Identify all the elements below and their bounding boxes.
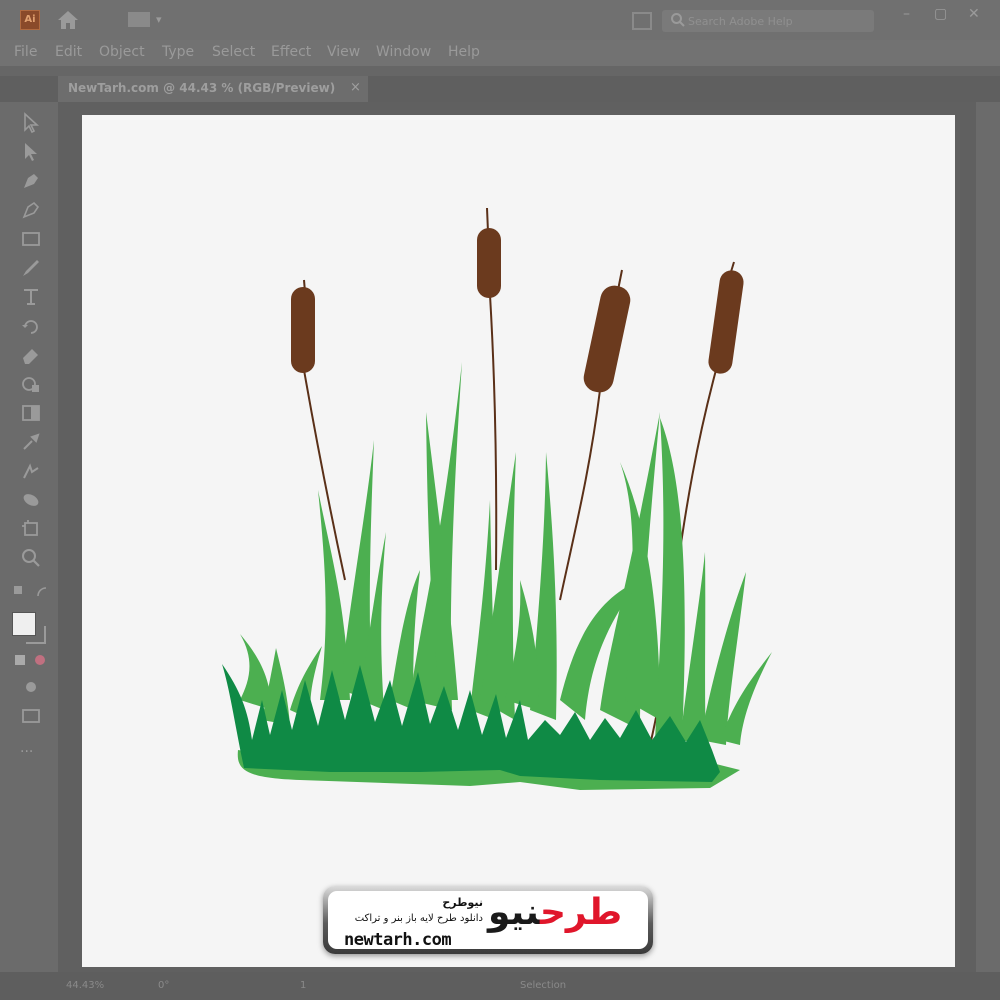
artboard[interactable] xyxy=(82,115,955,967)
rectangle-tool-icon[interactable] xyxy=(20,228,42,250)
maximize-button[interactable]: ▢ xyxy=(934,6,947,22)
right-scrollbar[interactable] xyxy=(976,102,1000,972)
menu-view[interactable]: View xyxy=(327,44,360,60)
pen-tool-icon[interactable] xyxy=(20,170,42,192)
zoom-tool-icon[interactable] xyxy=(20,547,42,569)
paintbrush-tool-icon[interactable] xyxy=(20,257,42,279)
menu-edit[interactable]: Edit xyxy=(55,44,82,60)
menu-window[interactable]: Window xyxy=(376,44,431,60)
menu-help[interactable]: Help xyxy=(448,44,480,60)
eyedropper-tool-icon[interactable] xyxy=(20,431,42,453)
menu-type[interactable]: Type xyxy=(162,44,194,60)
rotation-view[interactable]: 0° xyxy=(158,980,169,991)
illustrator-logo-icon: Ai xyxy=(20,10,40,30)
control-bar xyxy=(0,66,1000,76)
status-bar xyxy=(0,972,1000,1000)
zoom-level[interactable]: 44.43% xyxy=(66,980,104,991)
home-icon[interactable] xyxy=(56,9,80,31)
badge-url: newtarh.com xyxy=(344,930,452,949)
badge-logo: طرحنیو xyxy=(488,892,623,933)
stroke-color-swatch[interactable] xyxy=(26,626,46,644)
close-tab-icon[interactable]: × xyxy=(350,80,361,95)
selection-tool-icon[interactable] xyxy=(20,112,42,134)
default-colors-swap-icon[interactable] xyxy=(12,582,52,600)
watermark-badge-inner: نیوطرح دانلود طرح لایه باز بنر و تراکت n… xyxy=(328,891,648,949)
rotate-tool-icon[interactable] xyxy=(20,315,42,337)
symbol-sprayer-tool-icon[interactable] xyxy=(20,489,42,511)
chevron-down-icon[interactable]: ▾ xyxy=(156,13,162,26)
document-tab-label: NewTarh.com @ 44.43 % (RGB/Preview) xyxy=(68,81,336,95)
curvature-tool-icon[interactable] xyxy=(20,199,42,221)
artboard-tool-icon[interactable] xyxy=(20,518,42,540)
eraser-tool-icon[interactable] xyxy=(20,344,42,366)
draw-mode-icon[interactable] xyxy=(20,676,42,698)
direct-selection-tool-icon[interactable] xyxy=(20,141,42,163)
close-window-button[interactable]: ✕ xyxy=(968,6,980,22)
menu-effect[interactable]: Effect xyxy=(271,44,311,60)
artboard-number[interactable]: 1 xyxy=(300,980,306,991)
menu-select[interactable]: Select xyxy=(212,44,255,60)
minimize-button[interactable]: – xyxy=(903,6,910,22)
gradient-tool-icon[interactable] xyxy=(20,402,42,424)
workspace-switcher-icon[interactable] xyxy=(128,12,150,27)
menu-object[interactable]: Object xyxy=(99,44,145,60)
blend-tool-icon[interactable] xyxy=(20,460,42,482)
menu-file[interactable]: File xyxy=(14,44,37,60)
screen-mode-icon[interactable] xyxy=(20,705,42,727)
shape-builder-tool-icon[interactable] xyxy=(20,373,42,395)
status-mode: Selection xyxy=(520,980,567,991)
badge-tagline: دانلود طرح لایه باز بنر و تراکت xyxy=(354,913,483,924)
badge-logo-part-2: طرح xyxy=(539,892,623,933)
menu-bar xyxy=(0,40,1000,66)
badge-brand-name: نیوطرح xyxy=(442,896,483,909)
search-icon xyxy=(671,13,685,27)
badge-logo-part-1: نیو xyxy=(488,892,541,933)
more-tools-icon[interactable]: ··· xyxy=(20,744,33,760)
watermark-badge: نیوطرح دانلود طرح لایه باز بنر و تراکت n… xyxy=(323,886,653,954)
color-mode-icons[interactable] xyxy=(14,652,48,668)
type-tool-icon[interactable] xyxy=(20,286,42,308)
document-tab[interactable]: NewTarh.com @ 44.43 % (RGB/Preview) × xyxy=(58,76,368,102)
search-input[interactable] xyxy=(688,11,868,31)
search-box[interactable] xyxy=(662,10,874,32)
arrange-documents-icon[interactable] xyxy=(632,12,652,30)
